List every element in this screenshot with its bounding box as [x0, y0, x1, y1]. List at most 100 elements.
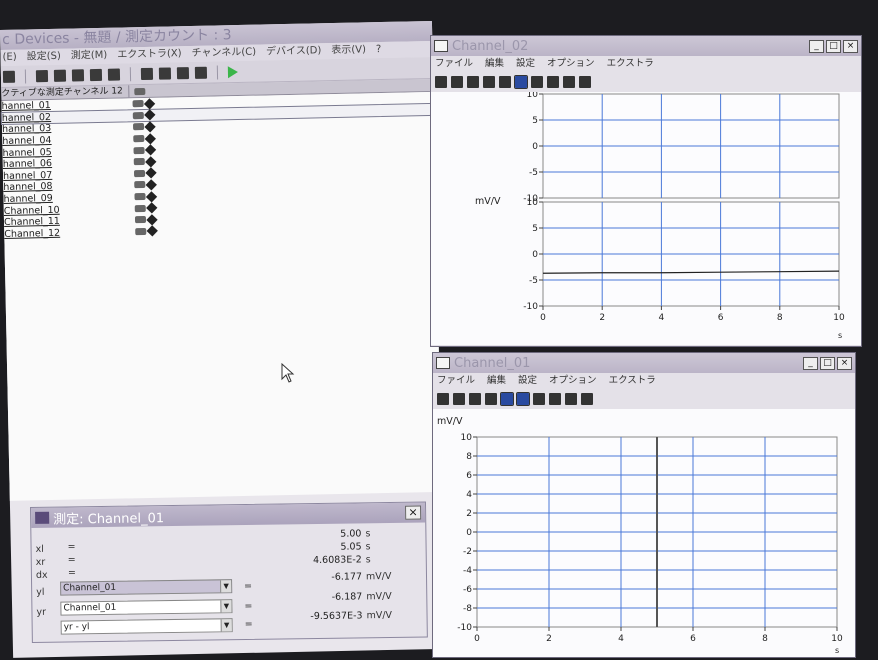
yr-channel-value: Channel_01	[63, 602, 117, 614]
chevron-down-icon[interactable]: ▼	[220, 600, 232, 613]
copy-icon[interactable]	[531, 76, 543, 88]
diamond-icon	[146, 225, 158, 237]
close-button[interactable]: ×	[843, 39, 858, 53]
x-axis-label: s	[838, 331, 842, 340]
ch01-menu-item-4[interactable]: エクストラ	[609, 373, 656, 389]
channel-01-chart: 1086420-2-4-6-8-100 2 4 6 8 10mV/Vs	[437, 416, 843, 655]
arrow-icon[interactable]	[71, 68, 85, 82]
meter-icon[interactable]	[176, 66, 190, 79]
x-tick-label: 6	[690, 634, 696, 644]
grid-icon[interactable]	[514, 75, 528, 89]
maximize-button[interactable]: □	[826, 39, 841, 53]
diamond-icon	[144, 144, 157, 156]
diamond-icon	[145, 190, 158, 203]
save-icon[interactable]	[451, 76, 463, 88]
clipboard-icon[interactable]	[563, 76, 575, 88]
cursor-tool-icon[interactable]	[499, 76, 511, 88]
main-menu-item-3[interactable]: エクストラ(X)	[117, 46, 182, 63]
y-tick-label: -8	[463, 604, 472, 614]
channel-02-menubar: ファイル 編集 設定 オプション エクストラ	[431, 56, 861, 72]
yr-unit: mV/V	[366, 590, 392, 603]
zoom-in-icon[interactable]	[469, 393, 481, 405]
main-menu-item-1[interactable]: 設定(S)	[27, 49, 61, 66]
y-axis-label: mV/V	[437, 416, 463, 427]
ch01-menu-item-2[interactable]: 設定	[518, 373, 537, 389]
channel-name: Channel_12	[4, 227, 61, 240]
channel-01-toolbar	[433, 389, 855, 409]
chevron-down-icon[interactable]: ▼	[220, 580, 232, 593]
zoom-in-icon[interactable]	[467, 76, 479, 88]
main-menu-item-4[interactable]: チャンネル(C)	[191, 45, 256, 62]
yr-eq: =	[244, 600, 253, 613]
measure-value-xr: 5.05	[340, 541, 362, 553]
minimize-button[interactable]: _	[809, 39, 824, 53]
diamond-icon	[146, 202, 158, 214]
save-icon[interactable]	[453, 393, 465, 405]
chart-icon[interactable]	[140, 67, 154, 80]
ch02-menu-item-2[interactable]: 設定	[516, 56, 535, 72]
list-icon[interactable]	[194, 66, 208, 79]
main-menu-item-7[interactable]: ?	[376, 42, 382, 58]
mouse-cursor-icon	[281, 363, 295, 383]
ch01-menu-item-1[interactable]: 編集	[487, 373, 506, 389]
diff-expression-select[interactable]: yr - yl ▼	[60, 618, 233, 635]
cursor-tool-icon[interactable]	[500, 392, 514, 406]
copy-icon[interactable]	[533, 393, 545, 405]
main-menu-item-5[interactable]: デバイス(D)	[266, 43, 322, 60]
ch01-menu-item-3[interactable]: オプション	[549, 373, 597, 389]
clipboard-icon[interactable]	[565, 393, 577, 405]
open-folder-icon[interactable]	[435, 76, 447, 88]
x-tick-label: 0	[540, 313, 546, 323]
open-folder-icon[interactable]	[437, 393, 449, 405]
x-tick-label: 4	[618, 634, 624, 644]
diff-unit: mV/V	[366, 609, 393, 622]
minimize-button[interactable]: _	[803, 356, 818, 370]
print-icon[interactable]	[547, 76, 559, 88]
save-icon[interactable]	[2, 70, 16, 83]
yr-channel-select[interactable]: Channel_01 ▼	[60, 599, 233, 616]
device-icon[interactable]	[53, 69, 67, 82]
tools-icon[interactable]	[107, 67, 121, 81]
measurement-dialog: 測定: Channel_01 × xl = 5.00 s xr = 5.05 s dx = 4.60…	[30, 501, 428, 643]
x-tick-label: 6	[718, 313, 724, 323]
channel-01-window: Channel_01 _ □ × ファイル 編集 設定 オプション エクストラ 10 8 6…	[432, 352, 856, 658]
help-icon[interactable]	[581, 393, 593, 405]
y-tick-label: 5	[532, 116, 538, 126]
measure-icon	[35, 511, 50, 524]
bar-chart-icon[interactable]	[158, 66, 172, 80]
main-menu-item-0[interactable]: (E)	[2, 50, 16, 66]
copy-icon[interactable]	[35, 69, 49, 82]
measure-label-dx: dx	[35, 569, 48, 581]
device-icon	[135, 227, 147, 236]
y-tick-label: 10	[461, 433, 473, 443]
help-icon[interactable]	[579, 76, 591, 88]
split-icon[interactable]	[89, 68, 103, 81]
maximize-button[interactable]: □	[820, 356, 835, 370]
measure-unit: s	[365, 541, 371, 553]
ch02-menu-item-0[interactable]: ファイル	[435, 56, 473, 72]
close-button[interactable]: ×	[837, 356, 852, 370]
main-menu-item-6[interactable]: 表示(V)	[331, 42, 366, 59]
chevron-down-icon[interactable]: ▼	[220, 619, 232, 632]
measurement-title-bar: 測定: Channel_01 ×	[31, 502, 426, 528]
zoom-out-icon[interactable]	[485, 393, 497, 405]
main-menu-item-2[interactable]: 測定(M)	[71, 48, 108, 65]
channel-02-window: Channel_02 _ □ × ファイル 編集 設定 オプション エクストラ 10 5 0…	[430, 35, 862, 347]
y-tick-label: 4	[466, 490, 472, 500]
measure-value-dx: 4.6083E-2	[312, 554, 362, 567]
x-axis-label: s	[835, 646, 839, 655]
device-icon	[133, 169, 146, 178]
zoom-out-icon[interactable]	[483, 76, 495, 88]
play-icon[interactable]	[227, 65, 239, 78]
x-tick-label: 0	[474, 634, 480, 644]
diamond-icon	[145, 167, 157, 179]
print-icon[interactable]	[549, 393, 561, 405]
close-button[interactable]: ×	[405, 505, 422, 520]
yl-channel-select[interactable]: Channel_01 ▼	[60, 579, 233, 596]
ch02-menu-item-3[interactable]: オプション	[547, 56, 595, 72]
ch02-menu-item-1[interactable]: 編集	[485, 56, 504, 72]
y-tick-label: -10	[523, 302, 538, 312]
grid-icon[interactable]	[516, 392, 530, 406]
ch02-menu-item-4[interactable]: エクストラ	[607, 56, 654, 72]
ch01-menu-item-0[interactable]: ファイル	[437, 373, 475, 389]
